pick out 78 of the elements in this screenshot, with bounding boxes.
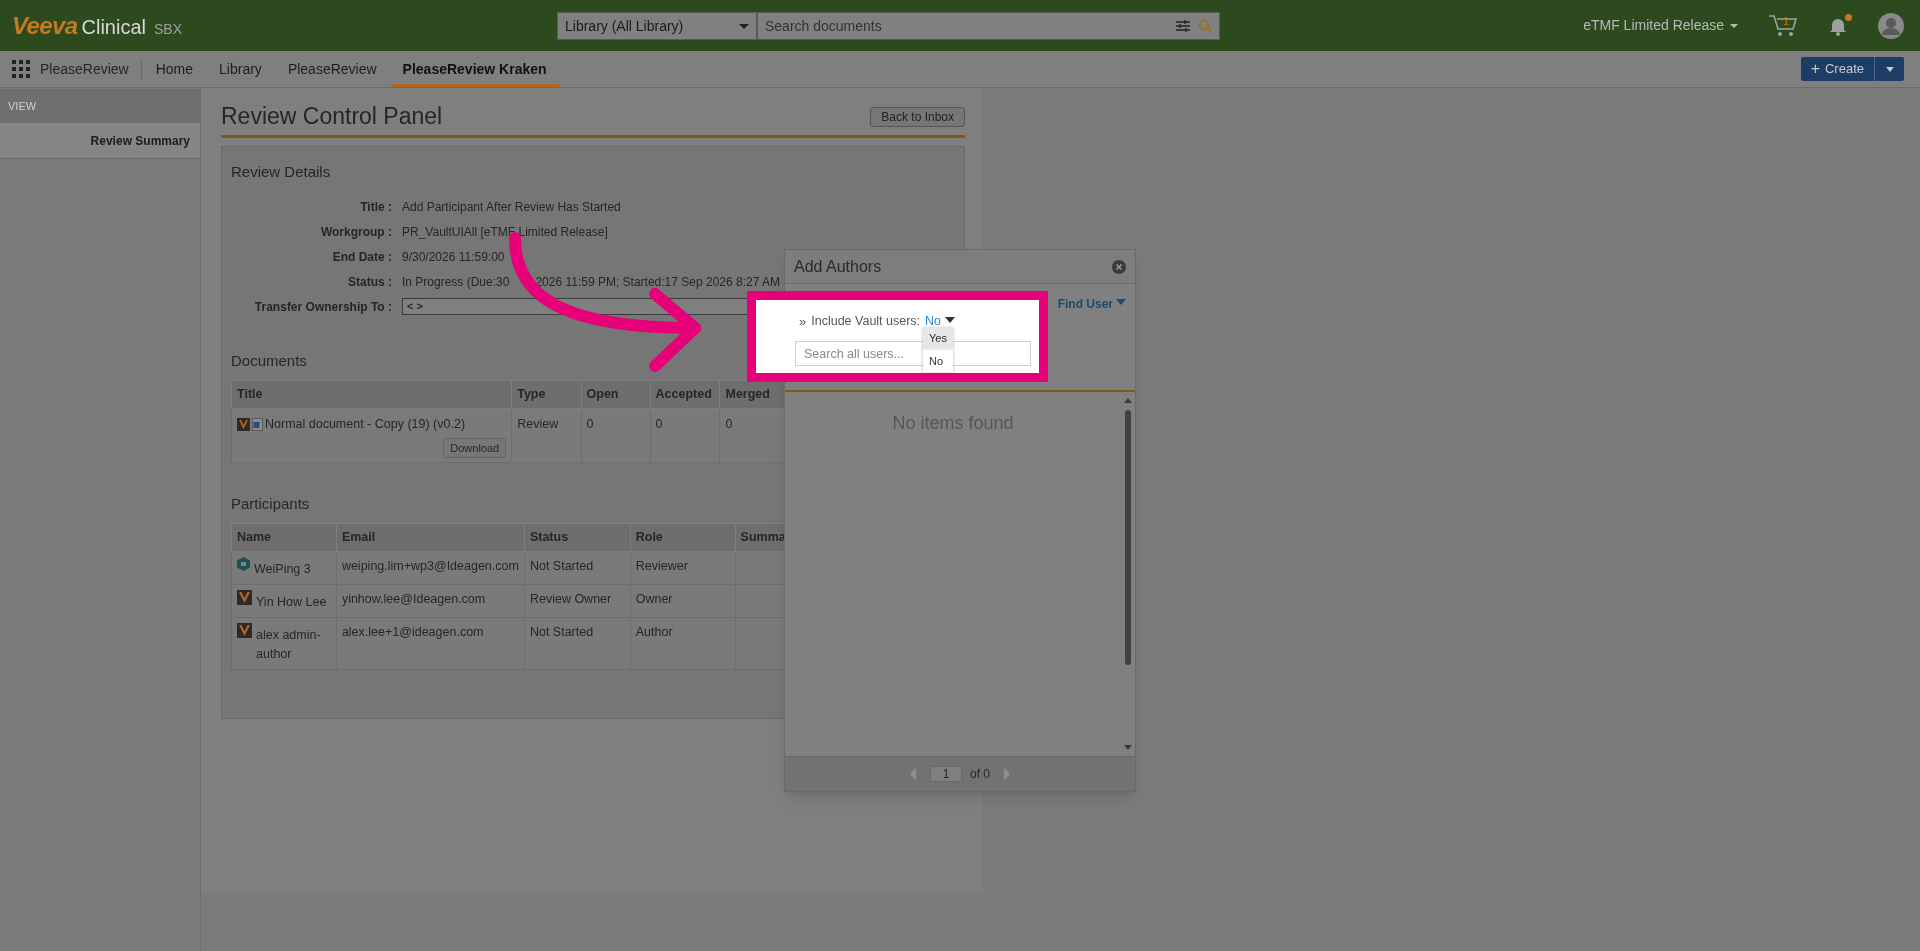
find-user-link[interactable]: Find User <box>1057 295 1126 313</box>
page-title: Review Control Panel <box>221 102 443 132</box>
create-menu-button[interactable] <box>1874 57 1904 81</box>
section-heading: Participants <box>231 493 310 514</box>
column-header[interactable]: Accepted <box>650 380 720 409</box>
caret-icon <box>739 23 749 29</box>
nav-tab[interactable]: Library <box>207 51 274 87</box>
field-value: Add Participant After Review Has Started <box>402 198 621 216</box>
caret-icon <box>1116 299 1126 305</box>
column-header[interactable]: Status <box>524 523 631 552</box>
field-label: Status : <box>347 273 392 291</box>
table-cell: Review Owner <box>524 584 631 618</box>
column-header[interactable]: Name <box>231 523 337 552</box>
search-field[interactable]: Search documents <box>765 15 1168 37</box>
column-header[interactable]: Type <box>511 380 582 409</box>
table-cell: Not Started <box>524 617 631 670</box>
participant-name: alex admin-author <box>256 627 322 664</box>
download-button[interactable]: Download <box>443 437 507 458</box>
table-cell: Not Started <box>524 551 631 585</box>
field-value: 2026 11:59 PM; Started:17 Sep 2026 8:27 AM <box>535 273 780 291</box>
filter-label: Include Vault users: <box>811 313 921 331</box>
search-bar[interactable]: Search documents <box>757 12 1220 40</box>
environment-label: SBX <box>154 19 182 39</box>
filter-icon[interactable] <box>1176 20 1190 32</box>
section-heading: Documents <box>231 350 307 371</box>
cart-count: 1 <box>1783 13 1790 29</box>
column-header[interactable]: Role <box>630 523 736 552</box>
field-label: End Date : <box>331 248 392 266</box>
section-heading: Review Details <box>231 162 332 182</box>
field-label: Transfer Ownership To : <box>253 298 392 316</box>
table-cell: 0 <box>650 408 720 463</box>
create-button[interactable]: + Create <box>1800 57 1874 81</box>
table-cell: alex.lee+1@ideagen.com <box>336 617 525 670</box>
participant-name: Yin How Lee <box>256 594 327 612</box>
document-title[interactable]: Normal document - Copy (19) (v0.2) <box>265 415 466 434</box>
cart-icon[interactable] <box>1768 12 1798 37</box>
product-name: Clinical <box>81 14 146 40</box>
app-grid-icon[interactable] <box>12 60 30 78</box>
table-cell: Author <box>630 617 736 670</box>
table-cell: Reviewer <box>630 551 736 585</box>
table-cell: Review <box>511 408 582 463</box>
field-label: Title : <box>359 198 392 216</box>
caret-icon <box>1730 23 1738 28</box>
brand-logo: Veeva <box>12 10 78 41</box>
column-header[interactable]: Email <box>336 523 525 552</box>
column-header[interactable]: Title <box>231 380 512 409</box>
scope-dropdown[interactable]: Library (All Library) <box>557 12 757 40</box>
sidebar-item[interactable]: Review Summary <box>0 123 200 159</box>
scrollbar[interactable] <box>1123 398 1133 750</box>
vault-icon <box>237 590 252 606</box>
field-value: 9/30/2026 11:59:00 <box>402 248 505 266</box>
column-header[interactable]: Open <box>581 380 651 409</box>
nav-tab[interactable]: PleaseReview <box>275 51 389 87</box>
vault-icon <box>237 623 252 639</box>
participant-name: WeiPing 3 <box>254 561 311 579</box>
filter-marker: » <box>799 313 807 331</box>
table-cell: yinhow.lee@Ideagen.com <box>336 584 525 618</box>
hexagon-icon <box>237 557 250 572</box>
field-value: PR_VaultUIAll [eTMF Limited Release] <box>402 223 608 241</box>
caret-icon <box>1885 66 1894 72</box>
close-icon[interactable] <box>1112 259 1126 274</box>
back-button[interactable]: Back to Inbox <box>870 106 965 127</box>
document-icon <box>252 417 263 431</box>
sidebar-heading: VIEW <box>0 89 200 123</box>
vault-menu[interactable]: eTMF Limited Release <box>1583 15 1738 36</box>
page-field[interactable]: 1 <box>930 766 962 782</box>
avatar-icon[interactable] <box>1878 12 1904 39</box>
field-label: Workgroup : <box>319 223 392 241</box>
page-total: of 0 <box>970 766 990 783</box>
app-name: PleaseReview <box>40 58 142 80</box>
field-value: In Progress (Due:30 <box>402 273 510 291</box>
table-cell: 0 <box>581 408 651 463</box>
dropdown-option[interactable]: Yes <box>923 327 953 350</box>
nav-tab[interactable]: Home <box>143 51 206 87</box>
dialog-title: Add Authors <box>794 256 882 277</box>
table-cell: Owner <box>630 584 736 618</box>
vault-icon <box>237 417 250 431</box>
table-cell: weiping.lim+wp3@Ideagen.com <box>336 551 525 585</box>
